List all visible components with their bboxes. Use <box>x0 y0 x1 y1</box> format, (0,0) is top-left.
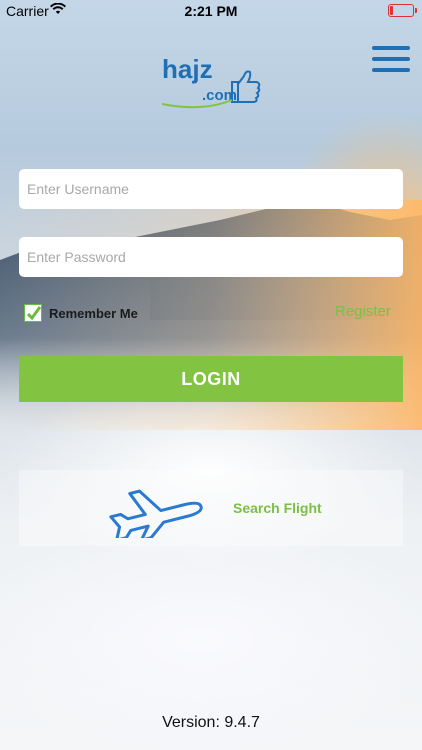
battery-level <box>390 6 393 15</box>
hajz-logo: hajz .com <box>162 54 261 109</box>
battery-icon <box>388 4 417 17</box>
logo-main-text: hajz <box>162 54 213 84</box>
airplane-icon <box>109 489 203 538</box>
status-bar: Carrier 2:21 PM <box>0 0 422 22</box>
version-label: Version: 9.4.7 <box>162 714 260 731</box>
remember-me-checkbox[interactable]: Remember Me <box>24 304 138 322</box>
username-input[interactable] <box>19 169 403 209</box>
hamburger-menu-icon[interactable] <box>372 46 412 74</box>
search-flight-label: Search Flight <box>233 500 322 516</box>
password-input[interactable] <box>19 237 403 277</box>
checkbox-box[interactable] <box>24 304 42 322</box>
search-flight-button[interactable]: Search Flight <box>19 470 403 546</box>
checkmark-icon <box>27 306 41 321</box>
clock: 2:21 PM <box>184 3 238 19</box>
login-button[interactable]: LOGIN <box>19 356 403 402</box>
remember-me-label: Remember Me <box>49 305 138 321</box>
register-link[interactable]: Register <box>335 303 391 320</box>
